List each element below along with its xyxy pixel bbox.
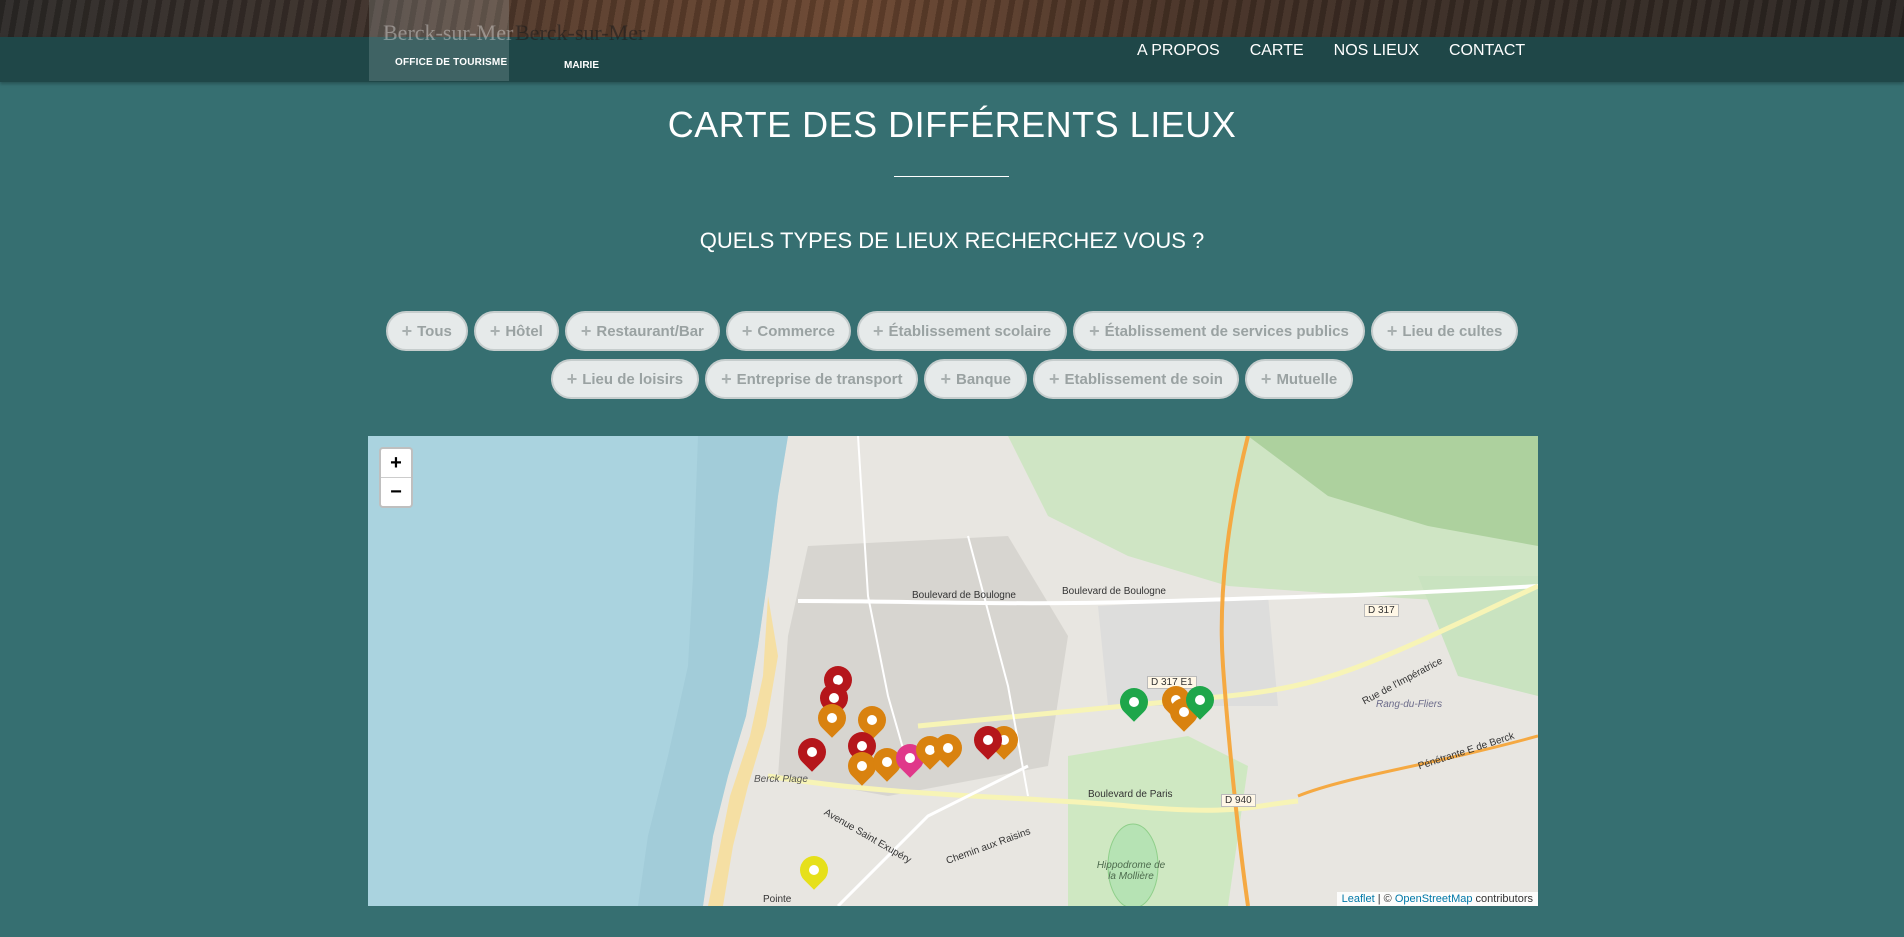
plus-icon: + (489, 320, 501, 341)
main-nav: A PROPOS CARTE NOS LIEUX CONTACT (1137, 41, 1555, 61)
filter-hotel[interactable]: + Hôtel (473, 311, 559, 351)
filter-tous[interactable]: + Tous (385, 311, 468, 351)
filter-etablissement-soin[interactable]: + Etablissement de soin (1033, 359, 1239, 399)
map-label-berck-plage: Berck Plage (754, 774, 808, 785)
plus-icon: + (940, 368, 951, 389)
road-badge-d940: D 940 (1221, 794, 1256, 807)
leaflet-link[interactable]: Leaflet (1342, 893, 1375, 905)
map-label-boulevard-paris: Boulevard de Paris (1088, 789, 1173, 800)
filter-entreprise-transport[interactable]: + Entreprise de transport (705, 359, 919, 399)
filter-commerce[interactable]: + Commerce (725, 311, 851, 351)
plus-icon: + (1386, 320, 1398, 341)
navbar (0, 37, 1904, 82)
zoom-control: + − (379, 447, 413, 508)
plus-icon: + (1089, 320, 1100, 341)
page-title: CARTE DES DIFFÉRENTS LIEUX (667, 104, 1237, 145)
plus-icon: + (872, 320, 884, 341)
map-attribution: Leaflet | © OpenStreetMap contributors (1336, 892, 1538, 906)
nav-carte[interactable]: CARTE (1250, 41, 1304, 61)
nav-contact[interactable]: CONTACT (1449, 41, 1525, 61)
map-label-boulevard-boulogne-east: Boulevard de Boulogne (1062, 586, 1166, 597)
filter-lieu-de-loisirs[interactable]: + Lieu de loisirs (550, 359, 700, 399)
office-logo-text: Berck-sur-Mer (383, 20, 514, 45)
plus-icon: + (721, 368, 732, 389)
filter-etablissement-scolaire[interactable]: + Établissement scolaire (856, 311, 1068, 351)
plus-icon: + (1049, 368, 1060, 389)
zoom-in-button[interactable]: + (381, 449, 411, 478)
map-view[interactable]: Boulevard de Boulogne Boulevard de Boulo… (368, 436, 1538, 906)
nav-nos-lieux[interactable]: NOS LIEUX (1334, 41, 1419, 61)
plus-icon: + (580, 320, 592, 341)
mairie-logo-subtitle: MAIRIE (564, 60, 599, 71)
plus-icon: + (1260, 368, 1272, 389)
filter-banque[interactable]: + Banque (924, 359, 1028, 399)
mairie-logo-text[interactable]: Berck-sur-Mer (515, 20, 645, 46)
plus-icon: + (401, 320, 413, 341)
road-badge-d317: D 317 (1364, 604, 1399, 617)
filter-lieu-de-cultes[interactable]: + Lieu de cultes (1370, 311, 1519, 351)
filter-buttons: + Tous + Hôtel + Restaurant/Bar + Commerce +… (380, 311, 1524, 399)
map-label-boulevard-boulogne: Boulevard de Boulogne (912, 590, 1016, 601)
header-banner-photo (0, 0, 1904, 37)
map-label-hippodrome: Hippodrome de la Mollière (1096, 860, 1166, 882)
zoom-out-button[interactable]: − (381, 478, 411, 506)
plus-icon: + (566, 368, 578, 389)
nav-a-propos[interactable]: A PROPOS (1137, 41, 1220, 61)
map-label-pointe: Pointe (763, 894, 792, 905)
map-label-rang-du-fliers: Rang-du-Fliers (1376, 699, 1443, 710)
plus-icon: + (741, 320, 753, 341)
title-divider (894, 176, 1009, 177)
filter-services-publics[interactable]: + Établissement de services publics (1073, 311, 1365, 351)
map-tiles (368, 436, 1538, 906)
filter-question: QUELS TYPES DE LIEUX RECHERCHEZ VOUS ? (699, 228, 1205, 253)
filter-restaurant-bar[interactable]: + Restaurant/Bar (564, 311, 720, 351)
office-logo-subtitle: OFFICE DE TOURISME (395, 57, 508, 68)
osm-link[interactable]: OpenStreetMap (1395, 893, 1473, 905)
filter-mutuelle[interactable]: + Mutuelle (1244, 359, 1354, 399)
